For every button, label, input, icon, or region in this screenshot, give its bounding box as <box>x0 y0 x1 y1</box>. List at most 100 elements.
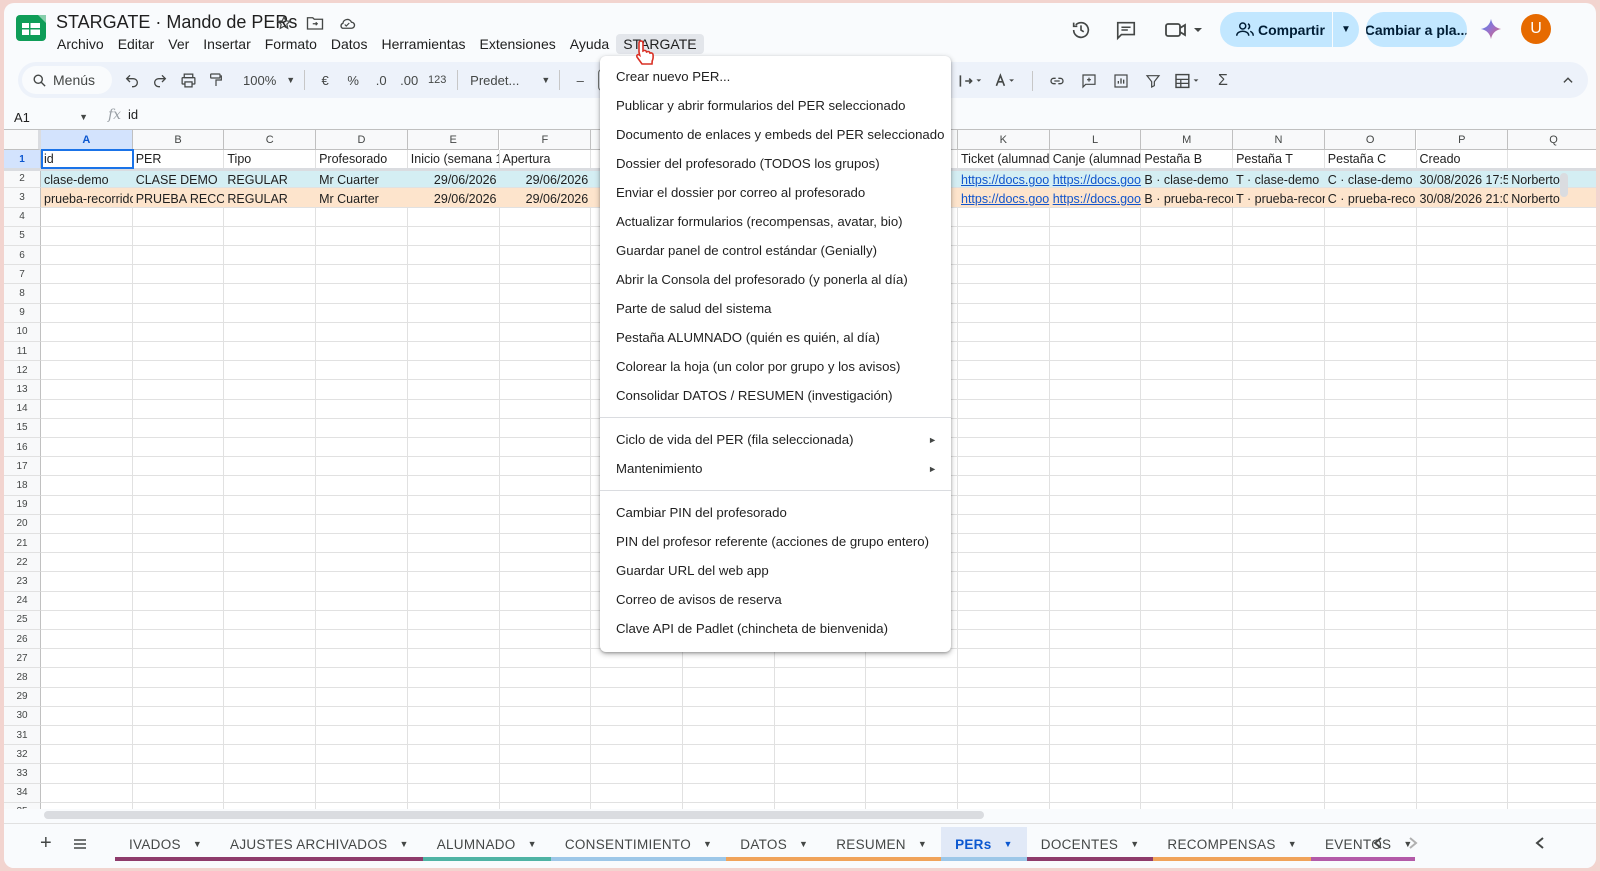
column-header-k[interactable]: K <box>958 130 1050 150</box>
row-header-1[interactable]: 1 <box>4 150 41 170</box>
sheet-tab-recompensas[interactable]: RECOMPENSAS ▼ <box>1153 827 1311 861</box>
currency-format-button[interactable]: € <box>311 66 339 94</box>
cell-f2[interactable]: 29/06/2026 <box>500 171 592 190</box>
header-cell-d[interactable]: Profesorado <box>316 150 408 169</box>
menu-datos[interactable]: Datos <box>324 34 375 54</box>
header-cell-e[interactable]: Inicio (semana 1 <box>408 150 500 169</box>
print-icon[interactable] <box>174 66 202 94</box>
collapse-side-panel-icon[interactable] <box>1534 836 1546 850</box>
menu-item-5[interactable]: Actualizar formularios (recompensas, ava… <box>600 207 951 236</box>
share-button[interactable]: Compartir ▼ <box>1220 12 1359 47</box>
cell-p3[interactable]: 30/08/2026 21:0 <box>1417 190 1509 209</box>
menu-ayuda[interactable]: Ayuda <box>563 34 616 54</box>
menu-extensiones[interactable]: Extensiones <box>472 34 562 54</box>
header-cell-k[interactable]: Ticket (alumnado <box>958 150 1050 169</box>
row-header-29[interactable]: 29 <box>4 687 41 707</box>
version-history-icon[interactable] <box>1070 19 1092 41</box>
scroll-tabs-right-icon[interactable] <box>1407 836 1419 850</box>
row-header-26[interactable]: 26 <box>4 630 41 650</box>
column-header-p[interactable]: P <box>1416 130 1509 150</box>
name-box-dropdown-icon[interactable]: ▼ <box>79 112 88 122</box>
cell-e2[interactable]: 29/06/2026 <box>408 171 500 190</box>
sheet-tab-pers[interactable]: PERs ▼ <box>941 827 1027 861</box>
menu-item-8[interactable]: Parte de salud del sistema <box>600 294 951 323</box>
all-sheets-icon[interactable] <box>72 837 88 851</box>
switch-plan-button[interactable]: Cambiar a pla... <box>1366 12 1467 47</box>
menu-item-6[interactable]: Guardar panel de control estándar (Genia… <box>600 236 951 265</box>
chevron-down-icon[interactable]: ▼ <box>1288 839 1297 849</box>
functions-icon[interactable]: Σ <box>1209 67 1237 95</box>
row-header-3[interactable]: 3 <box>4 188 41 208</box>
chevron-down-icon[interactable]: ▼ <box>703 839 712 849</box>
row-header-21[interactable]: 21 <box>4 534 41 554</box>
header-cell-o[interactable]: Pestaña C <box>1325 150 1417 169</box>
chevron-down-icon[interactable]: ▼ <box>1130 839 1139 849</box>
cell-d2[interactable]: Mr Cuarter <box>316 171 408 190</box>
horizontal-scrollbar[interactable] <box>44 811 984 819</box>
row-header-28[interactable]: 28 <box>4 668 41 688</box>
cell-c3[interactable]: REGULAR <box>224 190 316 209</box>
share-dropdown-icon[interactable]: ▼ <box>1333 24 1359 35</box>
insert-chart-icon[interactable] <box>1107 67 1135 95</box>
header-cell-m[interactable]: Pestaña B <box>1141 150 1233 169</box>
menu-item-7[interactable]: Abrir la Consola del profesorado (y pone… <box>600 265 951 294</box>
cell-e3[interactable]: 29/06/2026 <box>408 190 500 209</box>
cell-q3[interactable]: Norberto <box>1508 190 1596 209</box>
more-formats-button[interactable]: 123 <box>423 66 451 94</box>
menu-item-4[interactable]: Enviar el dossier por correo al profesor… <box>600 178 951 207</box>
chevron-down-icon[interactable]: ▼ <box>528 839 537 849</box>
menu-formato[interactable]: Formato <box>258 34 324 54</box>
gemini-icon[interactable] <box>1480 18 1502 40</box>
font-size-decrease-button[interactable]: – <box>566 66 594 94</box>
filter-icon[interactable] <box>1139 67 1167 95</box>
sheet-tab-ivados[interactable]: IVADOS ▼ <box>115 827 217 861</box>
chevron-down-icon[interactable]: ▼ <box>193 839 202 849</box>
cell-b3[interactable]: PRUEBA RECO <box>133 190 225 209</box>
menu-item-2[interactable]: Documento de enlaces y embeds del PER se… <box>600 120 951 149</box>
comments-icon[interactable] <box>1115 19 1137 41</box>
undo-icon[interactable] <box>118 66 146 94</box>
paint-format-icon[interactable] <box>202 66 230 94</box>
menu-editar[interactable]: Editar <box>111 34 162 54</box>
sheet-tab-datos[interactable]: DATOS ▼ <box>726 827 823 861</box>
chevron-down-icon[interactable]: ▼ <box>799 839 808 849</box>
row-header-13[interactable]: 13 <box>4 380 41 400</box>
cell-c2[interactable]: REGULAR <box>224 171 316 190</box>
sheet-tab-alumnado[interactable]: ALUMNADO ▼ <box>422 827 551 861</box>
menu-item-13[interactable]: Ciclo de vida del PER (fila seleccionada… <box>600 425 951 454</box>
text-color-icon[interactable] <box>990 67 1022 95</box>
row-header-31[interactable]: 31 <box>4 726 41 746</box>
row-header-24[interactable]: 24 <box>4 591 41 611</box>
row-header-22[interactable]: 22 <box>4 553 41 573</box>
decrease-decimals-button[interactable]: .0 <box>367 66 395 94</box>
collapse-toolbar-icon[interactable] <box>1554 66 1582 94</box>
menus-search[interactable]: Menús <box>22 66 112 94</box>
column-header-b[interactable]: B <box>132 130 225 150</box>
menu-insertar[interactable]: Insertar <box>196 34 257 54</box>
row-header-12[interactable]: 12 <box>4 361 41 381</box>
zoom-select[interactable]: 100% ▼ <box>240 66 298 94</box>
row-header-27[interactable]: 27 <box>4 649 41 669</box>
star-icon[interactable] <box>276 15 292 31</box>
cell-f3[interactable]: 29/06/2026 <box>500 190 592 209</box>
row-header-23[interactable]: 23 <box>4 572 41 592</box>
meet-icon[interactable] <box>1164 20 1204 40</box>
row-header-6[interactable]: 6 <box>4 246 41 266</box>
column-header-l[interactable]: L <box>1049 130 1142 150</box>
menu-item-9[interactable]: Pestaña ALUMNADO (quién es quién, al día… <box>600 323 951 352</box>
column-header-e[interactable]: E <box>407 130 500 150</box>
row-header-25[interactable]: 25 <box>4 610 41 630</box>
cell-a2[interactable]: clase-demo <box>41 171 133 190</box>
row-header-20[interactable]: 20 <box>4 514 41 534</box>
sheet-tab-ajustes-archivados[interactable]: AJUSTES ARCHIVADOS ▼ <box>216 827 423 861</box>
header-cell-l[interactable]: Canje (alumnado <box>1050 150 1142 169</box>
cell-l3[interactable]: https://docs.goo <box>1050 190 1142 209</box>
menu-item-17[interactable]: PIN del profesor referente (acciones de … <box>600 527 951 556</box>
row-header-33[interactable]: 33 <box>4 764 41 784</box>
row-header-14[interactable]: 14 <box>4 399 41 419</box>
row-header-32[interactable]: 32 <box>4 745 41 765</box>
document-title[interactable]: STARGATE · Mando de PERs <box>56 12 297 33</box>
row-header-15[interactable]: 15 <box>4 418 41 438</box>
font-select[interactable]: Predet... ▼ <box>464 66 553 94</box>
menu-herramientas[interactable]: Herramientas <box>374 34 472 54</box>
